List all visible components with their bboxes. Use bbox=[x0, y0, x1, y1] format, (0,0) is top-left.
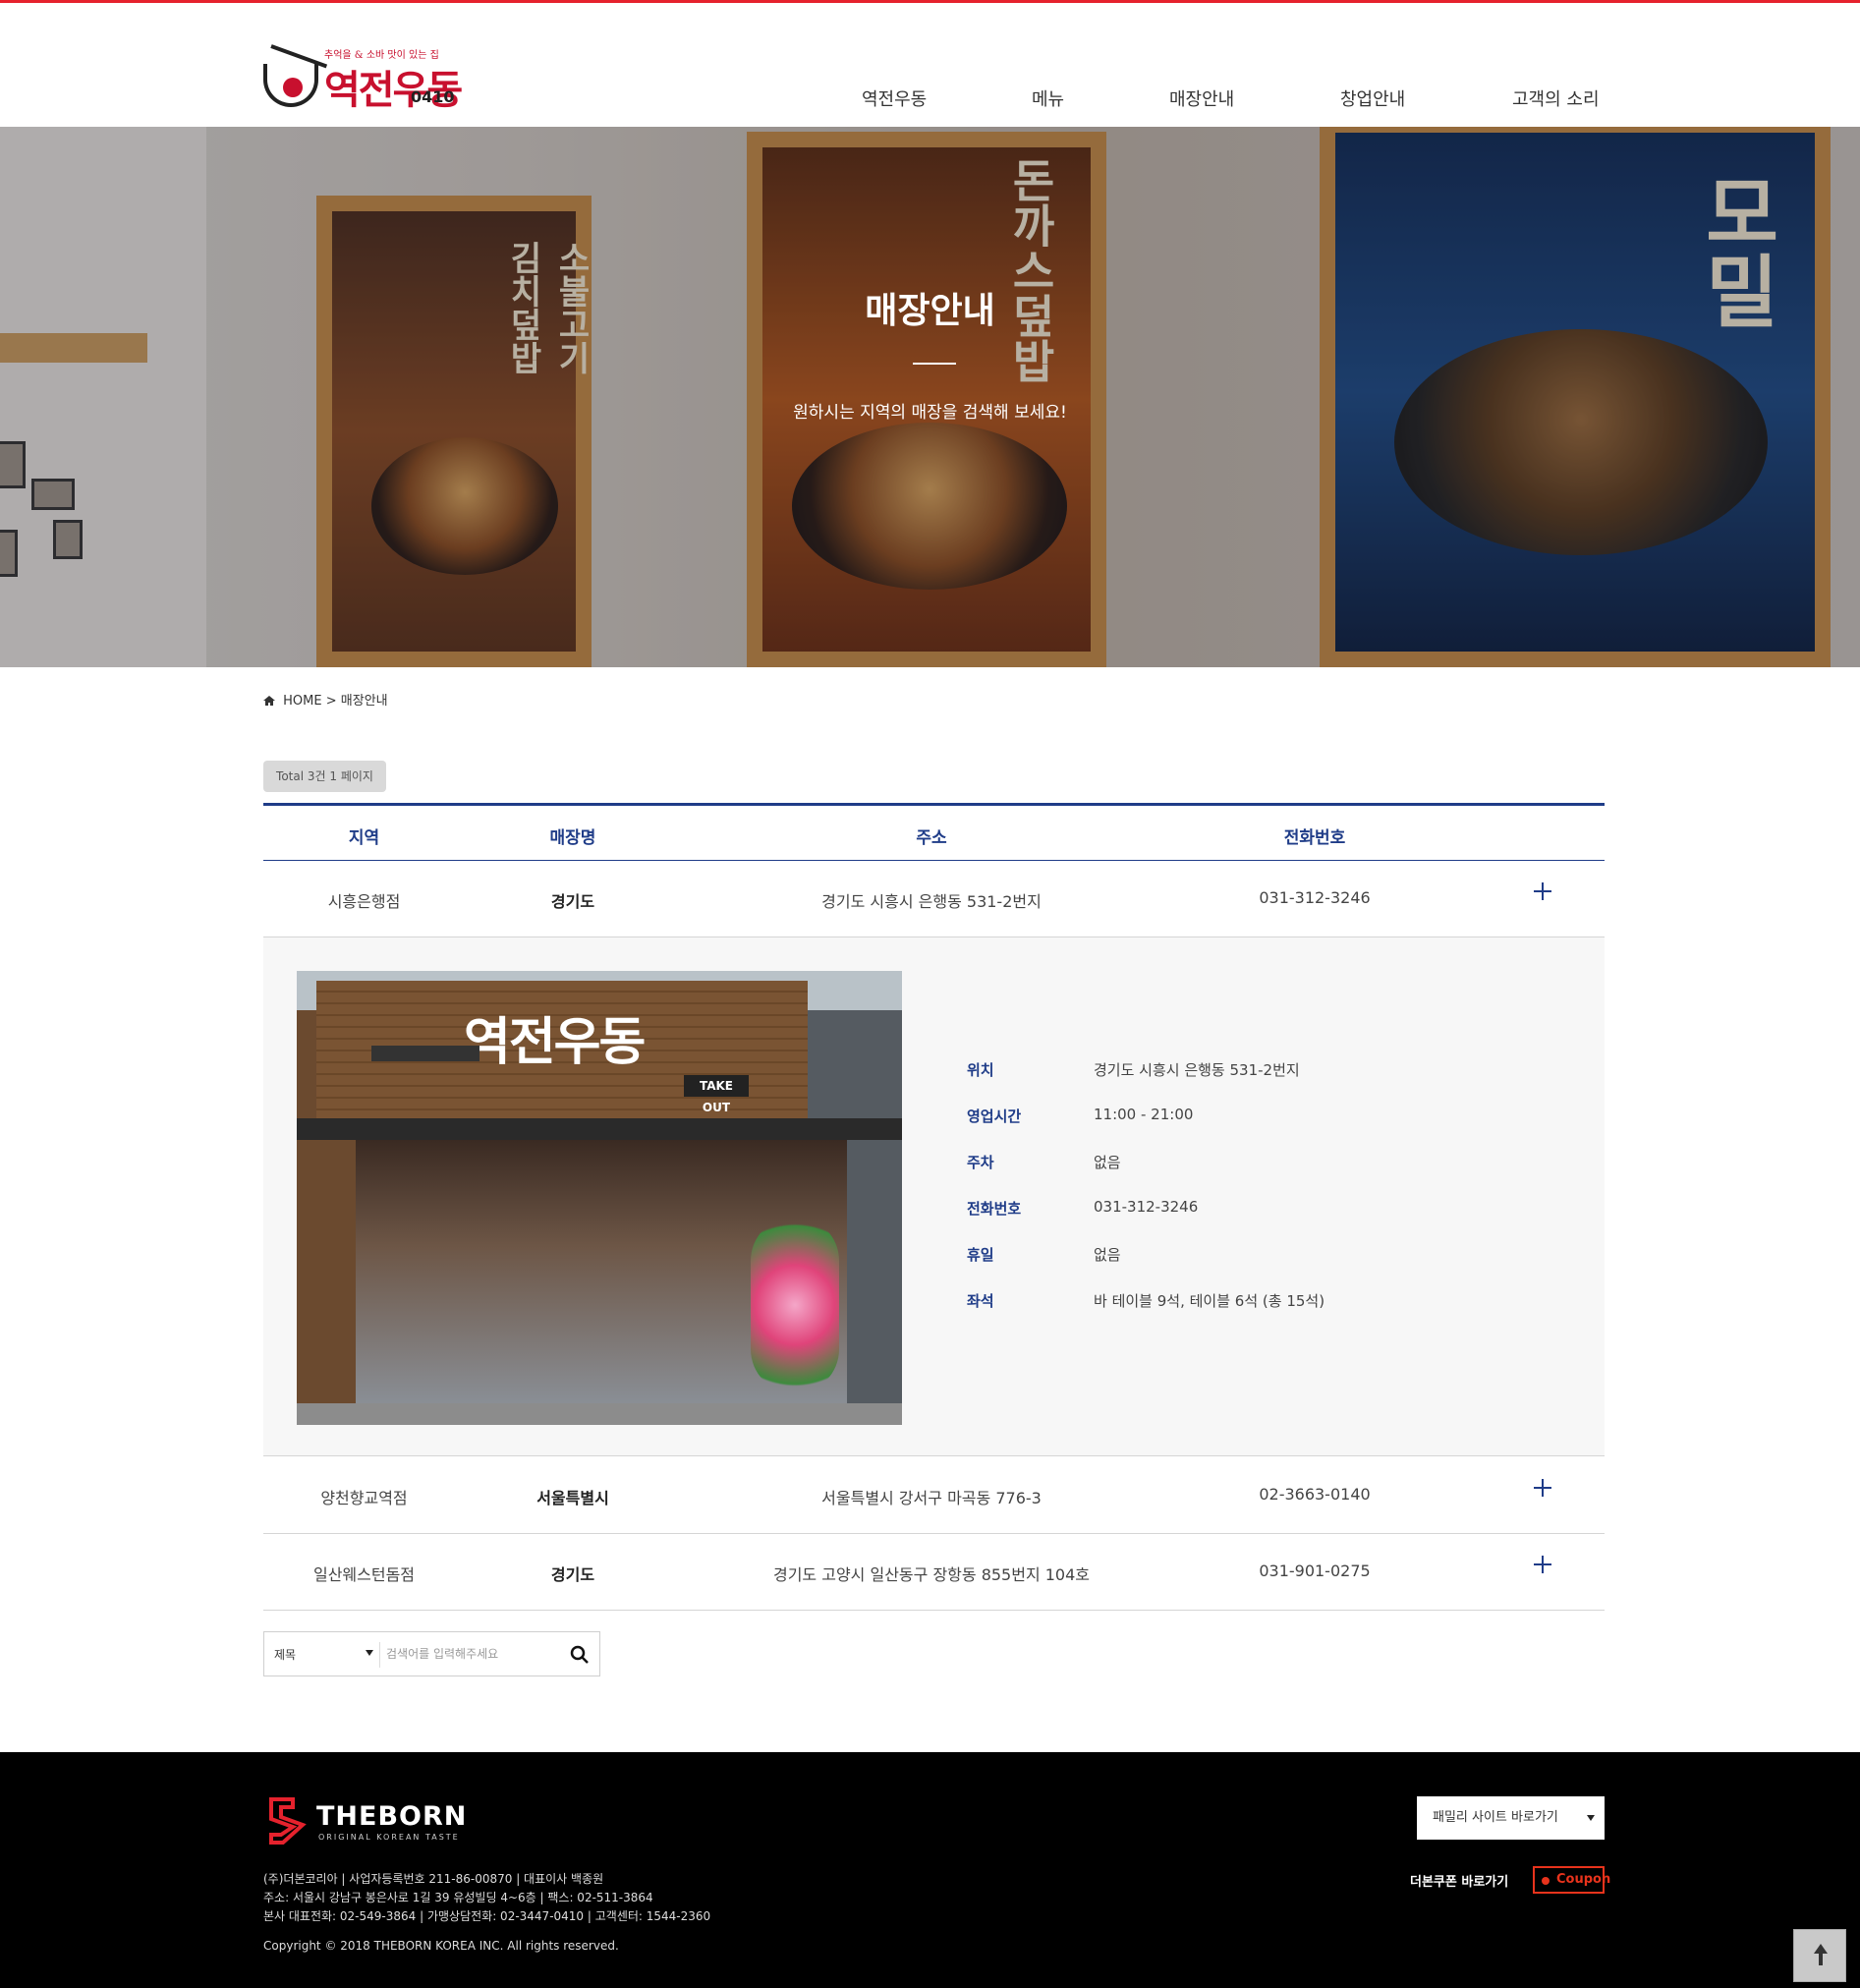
detail-label-location: 위치 bbox=[967, 1061, 994, 1079]
coupon-button[interactable]: Coupon bbox=[1533, 1866, 1610, 1894]
expand-plus-icon[interactable] bbox=[1533, 1554, 1552, 1573]
detail-label-holiday: 휴일 bbox=[967, 1246, 994, 1264]
site-header: 추억을 & 소바 맛이 있는 집 역전우동 0410 역전우동 메뉴 매장안내 … bbox=[0, 3, 1860, 127]
family-site-select[interactable]: 패밀리 사이트 바로가기 bbox=[1417, 1796, 1605, 1840]
nav-item-yeokjeon-udon[interactable]: 역전우동 bbox=[862, 85, 927, 111]
site-logo[interactable]: 추억을 & 소바 맛이 있는 집 역전우동 0410 bbox=[263, 44, 465, 113]
search-icon[interactable] bbox=[569, 1644, 591, 1666]
expand-plus-icon[interactable] bbox=[1533, 1477, 1552, 1497]
row-region: 일산웨스턴돔점 bbox=[312, 1565, 416, 1584]
footer-info-line: 본사 대표전화: 02-549-3864 | 가맹상담전화: 02-3447-0… bbox=[263, 1909, 711, 1923]
row-address: 경기도 고양시 일산동구 장항동 855번지 104호 bbox=[772, 1565, 1091, 1584]
detail-value-parking: 없음 bbox=[1094, 1154, 1121, 1171]
row-phone: 031-901-0275 bbox=[1259, 1562, 1371, 1580]
coupon-link-label[interactable]: 더본쿠폰 바로가기 bbox=[1410, 1871, 1508, 1890]
row-address: 서울특별시 강서구 마곡동 776-3 bbox=[821, 1489, 1042, 1507]
site-footer: THEBORN ORIGINAL KOREAN TASTE (주)더본코리아 |… bbox=[0, 1752, 1860, 1988]
photo-takeout-sign: TAKE OUT bbox=[684, 1075, 749, 1114]
family-site-label: 패밀리 사이트 바로가기 bbox=[1433, 1810, 1558, 1825]
banner-subtitle: 원하시는 지역의 매장을 검색해 보세요! bbox=[793, 403, 1067, 423]
detail-value-holiday: 없음 bbox=[1094, 1246, 1121, 1264]
store-photo: 역전우동 TAKE OUT bbox=[297, 971, 902, 1425]
header-address: 주소 bbox=[916, 828, 947, 848]
detail-label-seats: 좌석 bbox=[967, 1292, 994, 1310]
nav-item-store-info[interactable]: 매장안내 bbox=[1169, 85, 1234, 111]
detail-label-parking: 주차 bbox=[967, 1154, 994, 1171]
row-store: 경기도 bbox=[550, 1565, 595, 1584]
chevron-down-icon[interactable] bbox=[366, 1650, 373, 1656]
banner-title: 매장안내 bbox=[865, 291, 995, 331]
home-icon[interactable] bbox=[263, 696, 275, 706]
detail-value-hours: 11:00 - 21:00 bbox=[1094, 1106, 1194, 1123]
row-region: 양천향교역점 bbox=[320, 1489, 408, 1507]
coupon-dot-icon bbox=[1542, 1877, 1550, 1885]
row-address: 경기도 시흥시 은행동 531-2번지 bbox=[821, 892, 1042, 911]
hero-banner: 소불고기 김치덮밥 돈까스덮밥 모밀 매장안내 원하시는 지역의 매장을 검색해 … bbox=[0, 127, 1860, 667]
theborn-logo-icon bbox=[269, 1797, 307, 1845]
header-store-name: 매장명 bbox=[549, 828, 596, 848]
header-phone: 전화번호 bbox=[1283, 828, 1346, 848]
coupon-button-label: Coupon bbox=[1556, 1872, 1611, 1887]
banner-divider bbox=[913, 363, 956, 365]
search-bar: 제목 bbox=[263, 1631, 600, 1676]
scroll-to-top-button[interactable] bbox=[1793, 1929, 1846, 1982]
nav-item-menu[interactable]: 메뉴 bbox=[1032, 85, 1064, 111]
footer-info-line: (주)더본코리아 | 사업자등록번호 211-86-00870 | 대표이사 백… bbox=[263, 1872, 604, 1886]
detail-value-location: 경기도 시흥시 은행동 531-2번지 bbox=[1094, 1061, 1300, 1079]
arrow-up-icon bbox=[1814, 1944, 1828, 1954]
search-input[interactable] bbox=[386, 1640, 563, 1668]
chevron-down-icon bbox=[1587, 1815, 1595, 1821]
nav-item-customer-voice[interactable]: 고객의 소리 bbox=[1512, 85, 1600, 111]
table-row[interactable]: 시흥은행점 경기도 경기도 시흥시 은행동 531-2번지 031-312-32… bbox=[263, 861, 1605, 937]
total-count-badge: Total 3건 1 페이지 bbox=[263, 761, 386, 792]
breadcrumb-separator: > bbox=[325, 694, 337, 709]
breadcrumb-home[interactable]: HOME bbox=[283, 694, 321, 709]
footer-logo[interactable]: THEBORN ORIGINAL KOREAN TASTE bbox=[263, 1795, 466, 1846]
footer-tagline: ORIGINAL KOREAN TASTE bbox=[318, 1833, 460, 1842]
row-phone: 02-3663-0140 bbox=[1259, 1485, 1371, 1504]
detail-value-seats: 바 테이블 9석, 테이블 6석 (총 15석) bbox=[1094, 1292, 1325, 1310]
footer-brand: THEBORN bbox=[316, 1801, 468, 1832]
store-detail-panel: 역전우동 TAKE OUT 위치 경기도 시흥시 은행동 531-2번지 영업시… bbox=[263, 937, 1605, 1456]
nav-item-franchise[interactable]: 창업안내 bbox=[1340, 85, 1405, 111]
logo-number: 0410 bbox=[411, 87, 455, 106]
header-region: 지역 bbox=[348, 828, 380, 848]
footer-info-line: 주소: 서울시 강남구 봉은사로 1길 39 유성빌딩 4~6층 | 팩스: 0… bbox=[263, 1891, 653, 1904]
detail-label-hours: 영업시간 bbox=[967, 1108, 1022, 1125]
table-row[interactable]: 양천향교역점 서울특별시 서울특별시 강서구 마곡동 776-3 02-3663… bbox=[263, 1457, 1605, 1534]
row-store: 경기도 bbox=[550, 892, 595, 911]
table-header: 지역 매장명 주소 전화번호 bbox=[263, 803, 1605, 861]
row-region: 시흥은행점 bbox=[327, 892, 401, 911]
breadcrumb: HOME > 매장안내 bbox=[263, 690, 388, 709]
row-store: 서울특별시 bbox=[536, 1489, 609, 1507]
detail-label-phone: 전화번호 bbox=[967, 1200, 1022, 1218]
photo-sign-text: 역전우동 bbox=[464, 1012, 646, 1072]
expand-plus-icon[interactable] bbox=[1533, 880, 1552, 900]
detail-value-phone: 031-312-3246 bbox=[1094, 1198, 1199, 1216]
row-phone: 031-312-3246 bbox=[1259, 888, 1371, 907]
bowl-icon bbox=[263, 64, 318, 107]
logo-text: 역전우동 bbox=[324, 67, 463, 113]
table-row[interactable]: 일산웨스턴돔점 경기도 경기도 고양시 일산동구 장항동 855번지 104호 … bbox=[263, 1534, 1605, 1611]
search-field-select[interactable]: 제목 bbox=[274, 1646, 296, 1663]
footer-copyright: Copyright © 2018 THEBORN KOREA INC. All … bbox=[263, 1939, 619, 1953]
breadcrumb-current: 매장안내 bbox=[340, 694, 388, 709]
